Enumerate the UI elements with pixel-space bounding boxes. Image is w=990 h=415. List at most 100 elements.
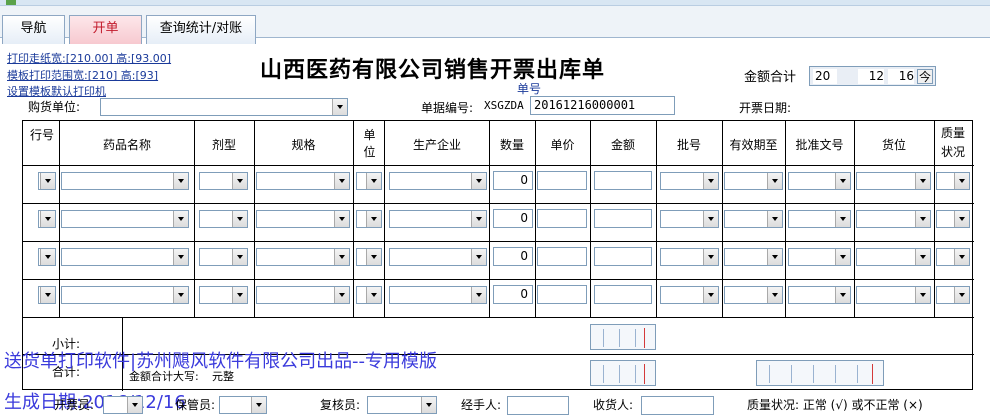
set-default-printer-link[interactable]: 设置模板默认打印机 bbox=[7, 83, 106, 99]
seller-select[interactable] bbox=[103, 396, 143, 414]
row-3-spec-select[interactable] bbox=[256, 248, 350, 266]
row-1-quality-select[interactable] bbox=[936, 172, 970, 190]
row-3-approval-select[interactable] bbox=[788, 248, 851, 266]
watermark-date-line: 生成日期:2016/12/16 bbox=[4, 392, 186, 413]
today-button[interactable]: 今 bbox=[917, 69, 933, 84]
row-3-unit-select[interactable] bbox=[356, 248, 382, 266]
col-header-unit-price: 单价 bbox=[550, 138, 575, 152]
row-4-amount-input[interactable] bbox=[594, 285, 652, 304]
chevron-down-icon[interactable] bbox=[332, 99, 347, 115]
row-1-batch-select[interactable] bbox=[660, 172, 719, 190]
row-2-batch-select[interactable] bbox=[660, 210, 719, 228]
row-1-drug-select[interactable] bbox=[61, 172, 189, 190]
row-3-amount-input[interactable] bbox=[594, 247, 652, 266]
row-2-drug-select[interactable] bbox=[61, 210, 189, 228]
row-3-expiry-select[interactable] bbox=[724, 248, 783, 266]
col-header-batch-no: 批号 bbox=[676, 138, 701, 152]
date-picker[interactable]: 20 12 16 今 bbox=[809, 66, 936, 86]
row-4-unit-select[interactable] bbox=[356, 286, 382, 304]
row-4-qty-input[interactable]: 0 bbox=[493, 285, 533, 304]
checker-select[interactable] bbox=[367, 396, 437, 414]
row-2-quality-select[interactable] bbox=[936, 210, 970, 228]
row-4-location-select[interactable] bbox=[856, 286, 931, 304]
invoice-date-label: 开票日期: bbox=[739, 101, 792, 115]
date-day-part[interactable]: 16 bbox=[888, 69, 914, 84]
row-4-price-input[interactable] bbox=[537, 285, 587, 304]
row-1-maker-select[interactable] bbox=[389, 172, 487, 190]
row-2-form-select[interactable] bbox=[199, 210, 248, 228]
row-1-expiry-select[interactable] bbox=[724, 172, 783, 190]
row-2-spec-select[interactable] bbox=[256, 210, 350, 228]
row-1-line-select[interactable] bbox=[38, 172, 56, 190]
tab-navigation[interactable]: 导航 bbox=[2, 15, 65, 44]
row-2-amount-input[interactable] bbox=[594, 209, 652, 228]
checker-label: 复核员: bbox=[320, 398, 361, 412]
row-4-maker-select[interactable] bbox=[389, 286, 487, 304]
row-2-expiry-select[interactable] bbox=[724, 210, 783, 228]
subtotal-amount-digits bbox=[590, 324, 656, 350]
row-3-price-input[interactable] bbox=[537, 247, 587, 266]
bill-no-label: 单据编号: bbox=[421, 101, 474, 115]
row-3-line-select[interactable] bbox=[38, 248, 56, 266]
row-3-qty-input[interactable]: 0 bbox=[493, 247, 533, 266]
buyer-label: 购货单位: bbox=[28, 100, 81, 114]
row-2-maker-select[interactable] bbox=[389, 210, 487, 228]
row-1-location-select[interactable] bbox=[856, 172, 931, 190]
row-4-quality-select[interactable] bbox=[936, 286, 970, 304]
row-4-approval-select[interactable] bbox=[788, 286, 851, 304]
row-3-location-select[interactable] bbox=[856, 248, 931, 266]
total-caps-digits bbox=[756, 360, 884, 386]
bill-number-caption: 单号 bbox=[517, 82, 542, 96]
col-header-expiry: 有效期至 bbox=[729, 138, 778, 152]
row-4-form-select[interactable] bbox=[199, 286, 248, 304]
row-2-qty-input[interactable]: 0 bbox=[493, 209, 533, 228]
row-1-approval-select[interactable] bbox=[788, 172, 851, 190]
receiver-label: 收货人: bbox=[593, 398, 634, 412]
row-1-amount-input[interactable] bbox=[594, 171, 652, 190]
row-4-expiry-select[interactable] bbox=[724, 286, 783, 304]
seller-label: 开票员: bbox=[54, 398, 95, 412]
bill-no-input[interactable]: 20161216000001 bbox=[530, 96, 675, 115]
col-header-amount: 金额 bbox=[610, 138, 635, 152]
row-2-unit-select[interactable] bbox=[356, 210, 382, 228]
row-2-approval-select[interactable] bbox=[788, 210, 851, 228]
row-1-unit-select[interactable] bbox=[356, 172, 382, 190]
handler-label: 经手人: bbox=[461, 398, 502, 412]
row-3-quality-select[interactable] bbox=[936, 248, 970, 266]
buyer-select[interactable] bbox=[100, 98, 348, 116]
tab-new-order[interactable]: 开单 bbox=[69, 15, 142, 44]
row-1-qty-input[interactable]: 0 bbox=[493, 171, 533, 190]
row-1-form-select[interactable] bbox=[199, 172, 248, 190]
col-header-quality: 质量状况 bbox=[940, 126, 965, 159]
template-print-range-link[interactable]: 模板打印范围宽:[210] 高:[93] bbox=[7, 67, 158, 83]
row-2-location-select[interactable] bbox=[856, 210, 931, 228]
quality-statement: 质量状况: 正常 (√) 或不正常 (×) bbox=[747, 398, 923, 412]
date-month-part[interactable]: 12 bbox=[858, 69, 884, 84]
amount-total-label: 金额合计 bbox=[744, 70, 797, 85]
row-1-price-input[interactable] bbox=[537, 171, 587, 190]
receiver-input[interactable] bbox=[641, 396, 714, 415]
row-4-spec-select[interactable] bbox=[256, 286, 350, 304]
row-3-drug-select[interactable] bbox=[61, 248, 189, 266]
print-paper-size-link[interactable]: 打印走纸宽:[210.00] 高:[93.00] bbox=[7, 50, 171, 66]
col-header-line-no: 行号 bbox=[29, 128, 54, 142]
row-2-line-select[interactable] bbox=[38, 210, 56, 228]
col-header-approval-no: 批准文号 bbox=[795, 138, 844, 152]
row-2-price-input[interactable] bbox=[537, 209, 587, 228]
row-3-batch-select[interactable] bbox=[660, 248, 719, 266]
row-3-maker-select[interactable] bbox=[389, 248, 487, 266]
row-4-batch-select[interactable] bbox=[660, 286, 719, 304]
tab-query-stats[interactable]: 查询统计/对账 bbox=[146, 15, 256, 44]
col-header-unit: 单位 bbox=[363, 128, 376, 159]
row-1-spec-select[interactable] bbox=[256, 172, 350, 190]
col-header-quantity: 数量 bbox=[499, 138, 524, 152]
handler-input[interactable] bbox=[507, 396, 569, 415]
app-mark-icon bbox=[6, 0, 16, 5]
total-amount-digits bbox=[590, 360, 656, 386]
date-year-part[interactable]: 20 bbox=[813, 69, 837, 84]
keeper-select[interactable] bbox=[219, 396, 267, 414]
page-title: 山西医药有限公司销售开票出库单 bbox=[260, 57, 606, 83]
row-4-drug-select[interactable] bbox=[61, 286, 189, 304]
row-3-form-select[interactable] bbox=[199, 248, 248, 266]
row-4-line-select[interactable] bbox=[38, 286, 56, 304]
